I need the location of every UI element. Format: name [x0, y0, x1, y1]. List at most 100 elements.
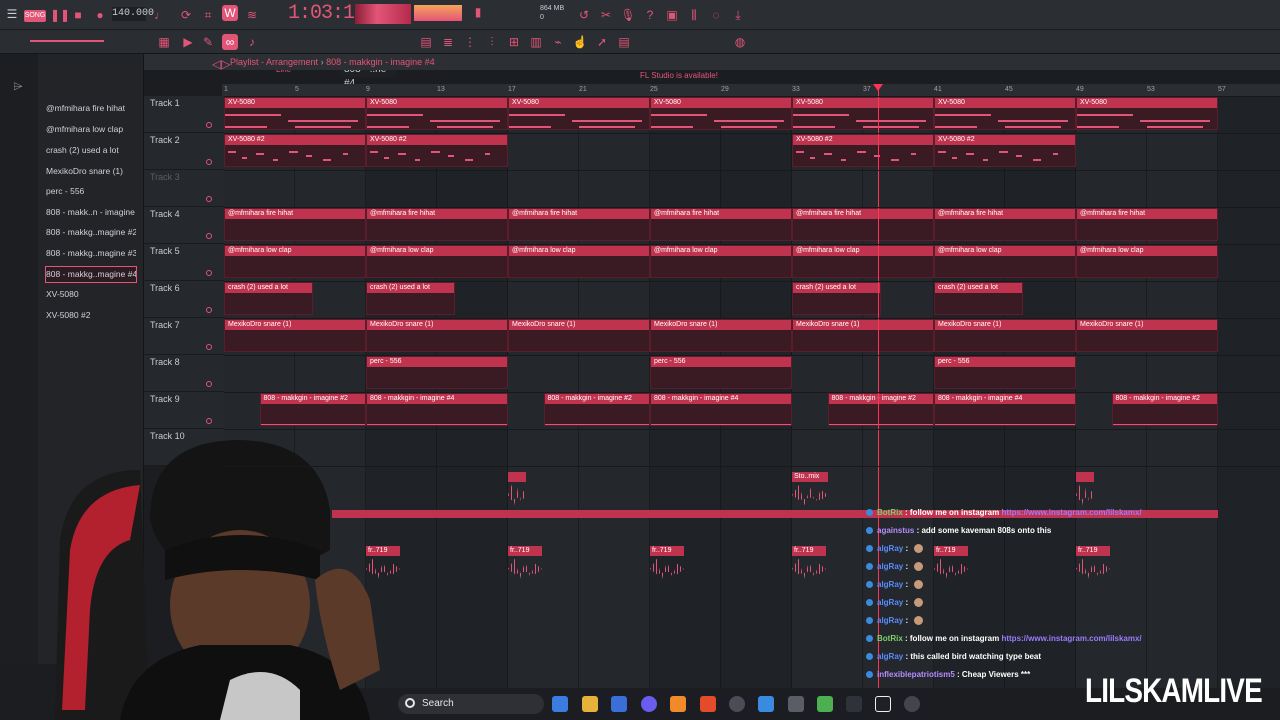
pattern-clip[interactable]: MexikoDro snare (1) — [366, 319, 508, 352]
channel-rack-icon[interactable]: ▤ — [418, 34, 434, 50]
track-header[interactable]: Track 2 — [144, 133, 224, 170]
channel-item[interactable]: MexikoDro snare (1) — [46, 164, 136, 179]
pitch-marker-icon[interactable]: ▮ — [470, 4, 486, 20]
audio-clip[interactable]: fr..719 — [792, 546, 826, 586]
touch-icon[interactable]: ☝ — [572, 34, 588, 50]
chat-icon[interactable]: ◌ — [708, 7, 724, 23]
pattern-clip[interactable]: @mfmihara low clap — [792, 245, 934, 278]
master-volume-slider[interactable] — [30, 40, 104, 42]
channel-item[interactable]: 808 - makk..n - imagine — [46, 205, 136, 220]
blend-notes-icon[interactable]: ≋ — [244, 7, 260, 23]
store-icon[interactable] — [611, 696, 627, 712]
track-header[interactable]: Track 3 — [144, 170, 224, 207]
track-header[interactable]: Track 6 — [144, 281, 224, 318]
song-mode-toggle[interactable]: SONG — [24, 10, 46, 22]
playlist-icon[interactable]: ≣ — [440, 34, 456, 50]
chat-username[interactable]: againstus — [877, 526, 914, 535]
media-play-icon[interactable] — [904, 696, 920, 712]
channel-item[interactable]: 808 - makkg..magine #3 — [46, 246, 136, 261]
track-header[interactable]: Track 4 — [144, 207, 224, 244]
save-icon[interactable]: ▣ — [664, 7, 680, 23]
audio-clip[interactable]: Sto..mix — [792, 472, 828, 512]
obs-icon[interactable] — [729, 696, 745, 712]
chat-username[interactable]: algRay — [877, 580, 903, 589]
pattern-clip[interactable]: @mfmihara fire hihat — [650, 208, 792, 241]
brave-browser-icon[interactable] — [700, 696, 716, 712]
tempo-display[interactable]: 140.000 — [112, 7, 154, 21]
pattern-clip[interactable]: perc - 556 — [650, 356, 792, 389]
microphone-icon[interactable]: 🎙 — [620, 7, 636, 23]
audio-clip[interactable]: fr..719 — [650, 546, 684, 586]
browser-icon[interactable]: ▥ — [528, 34, 544, 50]
pattern-clip[interactable]: @mfmihara low clap — [508, 245, 650, 278]
pattern-clip[interactable]: XV-5080 — [934, 97, 1076, 130]
pattern-clip[interactable]: crash (2) used a lot — [934, 282, 1023, 315]
pattern-clip[interactable]: @mfmihara fire hihat — [792, 208, 934, 241]
discord-icon[interactable] — [641, 696, 657, 712]
pattern-clip[interactable]: 808 - makkgin - imagine #2 — [259, 393, 366, 426]
pattern-clip[interactable]: @mfmihara low clap — [650, 245, 792, 278]
channel-item[interactable]: 808 - makkg..magine #2 — [46, 225, 136, 240]
track-mute-dot[interactable] — [206, 418, 212, 424]
pause-icon[interactable]: ❚❚ — [50, 7, 70, 23]
globe-icon[interactable]: ◍ — [732, 34, 748, 50]
step-sequencer-icon[interactable]: ⋮ — [462, 34, 478, 50]
plug-icon[interactable]: ⌁ — [550, 34, 566, 50]
chat-username[interactable]: inflexiblepatriotism5 — [877, 670, 955, 679]
timeline-ruler[interactable]: 1 5 9 13 17 21 25 29 33 37 41 45 49 53 57 — [222, 84, 1280, 96]
menu-icon[interactable]: ☰ — [4, 6, 20, 22]
capture-icon[interactable] — [875, 696, 891, 712]
undo-icon[interactable]: ↺ — [576, 7, 592, 23]
mixer-view-icon[interactable]: ⫶ — [484, 34, 500, 50]
track-header[interactable]: Track 7 — [144, 318, 224, 355]
stamp-icon[interactable]: ♪ — [244, 34, 260, 50]
chat-username[interactable]: BotRix — [877, 508, 903, 517]
pattern-clip[interactable]: 808 - makkgin - imagine #4 — [366, 393, 508, 426]
send-icon[interactable]: ➚ — [594, 34, 610, 50]
track-header[interactable]: Track 9 — [144, 392, 224, 429]
pattern-clip[interactable]: 808 - makkgin - imagine #4 — [650, 393, 792, 426]
capcut-icon[interactable] — [846, 696, 862, 712]
track-mute-dot[interactable] — [206, 270, 212, 276]
pattern-clip[interactable]: @mfmihara low clap — [934, 245, 1076, 278]
playlist-play-icon[interactable]: ◁▷ — [212, 56, 230, 72]
track-mute-dot[interactable] — [206, 381, 212, 387]
channel-item[interactable]: XV-5080 — [46, 287, 136, 302]
app-icon[interactable] — [788, 696, 804, 712]
wait-input-icon[interactable]: W — [222, 5, 238, 21]
pattern-clip[interactable]: MexikoDro snare (1) — [934, 319, 1076, 352]
playhead-marker[interactable] — [873, 84, 883, 91]
pattern-clip[interactable]: @mfmihara low clap — [1076, 245, 1218, 278]
pattern-clip[interactable]: XV-5080 — [366, 97, 508, 130]
pattern-clip[interactable]: MexikoDro snare (1) — [508, 319, 650, 352]
pattern-clip[interactable]: XV-5080 — [508, 97, 650, 130]
time-display[interactable]: 1:03:17 — [288, 2, 366, 25]
fl-studio-taskbar-icon[interactable] — [670, 696, 686, 712]
track-mute-dot[interactable] — [206, 233, 212, 239]
cut-icon[interactable]: ✂ — [598, 7, 614, 23]
pattern-clip[interactable]: 808 - makkgin - imagine #2 — [1111, 393, 1218, 426]
record-icon[interactable]: ● — [92, 7, 108, 23]
track-mute-dot[interactable] — [206, 307, 212, 313]
pattern-clip[interactable]: perc - 556 — [934, 356, 1076, 389]
track-header[interactable]: Track 5 — [144, 244, 224, 281]
chat-link[interactable]: https://www.instagram.com/lilskamx/ — [1001, 634, 1141, 643]
chat-username[interactable]: algRay — [877, 652, 903, 661]
pattern-clip[interactable]: XV-5080 #2 — [366, 134, 508, 167]
pattern-clip[interactable]: @mfmihara fire hihat — [1076, 208, 1218, 241]
chat-username[interactable]: BotRix — [877, 634, 903, 643]
pattern-clip[interactable]: XV-5080 — [1076, 97, 1218, 130]
loop-record-icon[interactable]: ⟳ — [178, 7, 194, 23]
pattern-clip[interactable]: XV-5080 — [650, 97, 792, 130]
pattern-clip[interactable]: crash (2) used a lot — [792, 282, 881, 315]
channel-item[interactable]: XV-5080 #2 — [46, 308, 136, 323]
news-icon[interactable]: ▤ — [616, 34, 632, 50]
chat-username[interactable]: algRay — [877, 562, 903, 571]
stop-icon[interactable]: ■ — [70, 7, 86, 23]
channel-item[interactable]: @mfmihara fire hihat — [46, 101, 136, 116]
pattern-clip[interactable]: XV-5080 #2 — [224, 134, 366, 167]
pattern-clip[interactable]: @mfmihara fire hihat — [508, 208, 650, 241]
arrow-right-icon[interactable]: ▶ — [180, 34, 196, 50]
pattern-clip[interactable]: @mfmihara fire hihat — [366, 208, 508, 241]
file-explorer-icon[interactable] — [582, 696, 598, 712]
